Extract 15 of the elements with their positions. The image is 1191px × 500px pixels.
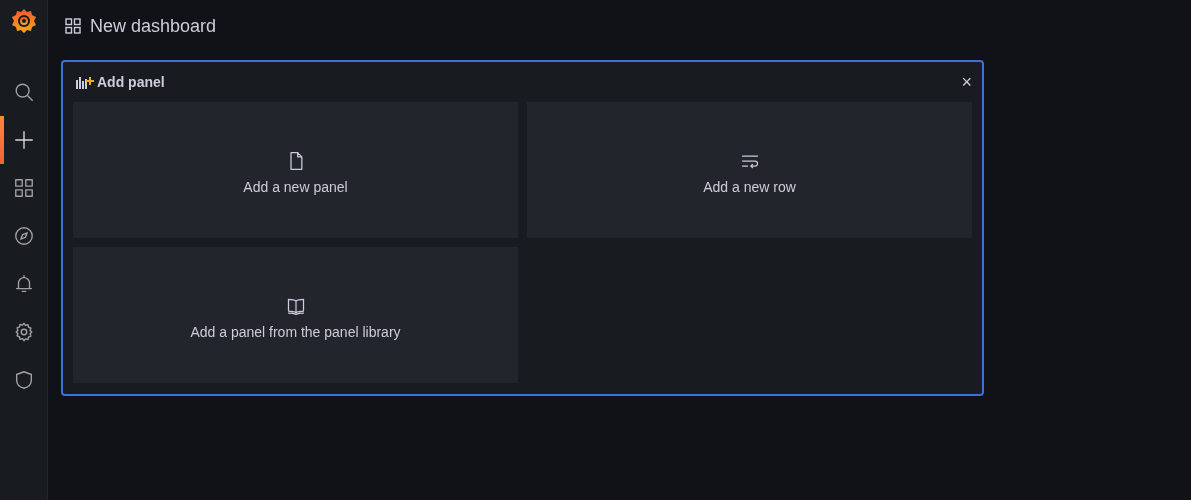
dashboard-title[interactable]: New dashboard: [90, 12, 217, 40]
option-label: Add a new panel: [243, 177, 348, 197]
dashboard-grid-icon: [65, 18, 81, 34]
grid-icon[interactable]: [12, 177, 35, 199]
logo-icon[interactable]: [9, 7, 38, 35]
add-option-card[interactable]: Add a new row: [527, 102, 972, 238]
option-label: Add a new row: [703, 177, 796, 197]
compass-icon[interactable]: [12, 225, 35, 247]
panel-title: Add panel: [97, 72, 165, 92]
add-option-card[interactable]: Add a new panel: [73, 102, 518, 238]
plus-icon[interactable]: [12, 129, 35, 151]
add-panel-icon: [76, 75, 94, 89]
add-option-card[interactable]: Add a panel from the panel library: [73, 247, 518, 383]
close-button[interactable]: ×: [961, 73, 972, 91]
option-label: Add a panel from the panel library: [190, 322, 401, 342]
